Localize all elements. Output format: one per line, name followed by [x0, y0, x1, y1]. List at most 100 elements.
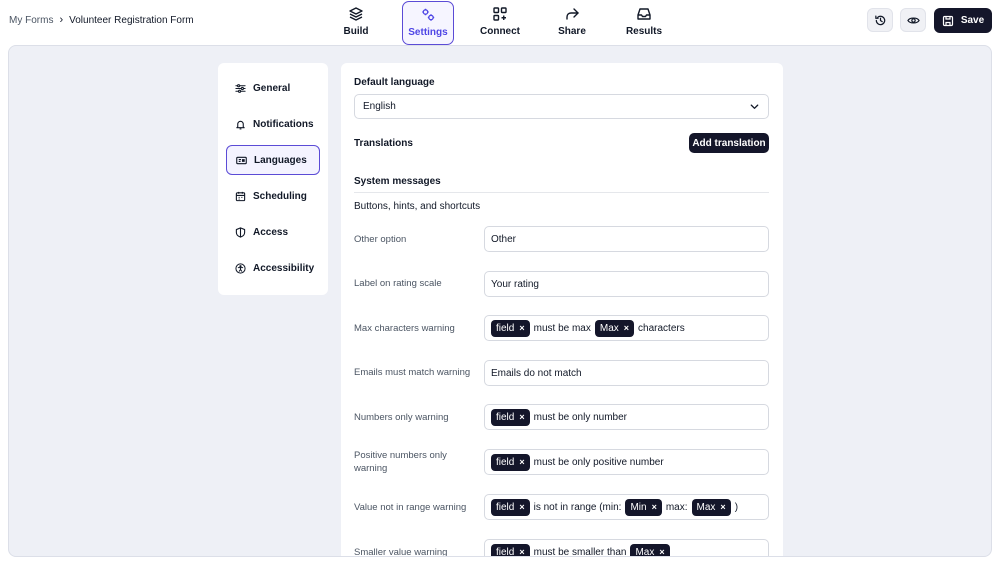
numbers-only-label: Numbers only warning	[354, 412, 449, 423]
chip-label: Max	[696, 501, 716, 513]
nav-settings[interactable]: Settings	[402, 1, 454, 45]
sidebar-item-notifications[interactable]: Notifications	[226, 109, 320, 139]
message-text: must be smaller than	[533, 546, 627, 557]
eye-icon	[906, 16, 920, 24]
sidebar-item-label: Accessibility	[253, 262, 315, 274]
sidebar-item-scheduling[interactable]: Scheduling	[226, 181, 320, 211]
chip-label: field	[496, 501, 515, 513]
message-text: must be only positive number	[533, 456, 664, 468]
breadcrumb-current-form: Volunteer Registration Form	[69, 14, 194, 26]
inbox-icon	[637, 8, 651, 20]
max-characters-input[interactable]: field × must be max Max × characters	[484, 315, 769, 341]
nav-share-label: Share	[558, 26, 586, 37]
chip-label: field	[496, 456, 515, 468]
value-range-input[interactable]: field × is not in range (min: Min × max: M…	[484, 494, 769, 520]
accessibility-icon	[235, 262, 246, 274]
positive-numbers-input[interactable]: field × must be only positive number	[484, 449, 769, 475]
message-text: must be only number	[533, 411, 628, 423]
sidebar-item-access[interactable]: Access	[226, 217, 320, 247]
sidebar-item-languages[interactable]: Languages	[226, 145, 320, 175]
chip-remove-icon[interactable]: ×	[519, 323, 524, 333]
sidebar-item-label: Notifications	[253, 118, 314, 130]
message-text: )	[734, 501, 739, 513]
variable-chip-field: field ×	[491, 408, 530, 426]
buttons-hints-section-label: Buttons, hints, and shortcuts	[354, 201, 481, 212]
variable-chip-field: field ×	[491, 543, 530, 556]
message-text: must be max	[533, 322, 591, 334]
emails-match-value: Emails do not match	[491, 367, 582, 379]
nav-build[interactable]: Build	[330, 1, 382, 45]
chip-remove-icon[interactable]: ×	[659, 547, 664, 556]
message-text: is not in range (min:	[533, 501, 622, 513]
history-icon	[874, 14, 885, 25]
top-bar: My Forms › Volunteer Registration Form B…	[0, 0, 1000, 45]
rating-scale-value: Your rating	[491, 278, 539, 290]
variable-chip-min: Min ×	[625, 498, 662, 516]
chip-label: field	[496, 411, 515, 423]
save-button[interactable]: Save	[934, 8, 992, 33]
variable-chip-field: field ×	[491, 453, 530, 471]
languages-panel: Default language English Translations Ad…	[341, 63, 783, 557]
breadcrumb: My Forms › Volunteer Registration Form	[9, 14, 194, 26]
variable-chip-max: Max ×	[594, 319, 635, 337]
chip-label: Min	[630, 501, 647, 513]
variable-chip-max: Max ×	[630, 543, 670, 557]
settings-canvas: General Notifications Languages Scheduli…	[8, 45, 992, 557]
chip-remove-icon[interactable]: ×	[519, 457, 524, 467]
chip-remove-icon[interactable]: ×	[519, 547, 524, 556]
nav-connect-label: Connect	[480, 26, 520, 37]
nav-share[interactable]: Share	[546, 1, 598, 45]
variable-chip-field: field ×	[491, 319, 530, 337]
rating-scale-input[interactable]: Your rating	[484, 271, 769, 297]
default-language-value: English	[363, 101, 396, 112]
preview-button[interactable]	[900, 8, 926, 32]
default-language-select[interactable]: English	[354, 94, 769, 119]
share-arrow-icon	[566, 8, 579, 20]
calendar-icon	[235, 191, 246, 201]
save-label: Save	[960, 15, 985, 26]
sidebar-item-accessibility[interactable]: Accessibility	[226, 253, 320, 283]
smaller-value-label: Smaller value warning	[354, 547, 448, 557]
chip-label: Max	[635, 546, 655, 557]
save-icon	[942, 15, 953, 26]
shield-icon	[235, 226, 246, 238]
sidebar-item-label: Scheduling	[253, 190, 307, 202]
add-translation-button[interactable]: Add translation	[689, 133, 769, 153]
chip-remove-icon[interactable]: ×	[519, 412, 524, 422]
system-messages-label: System messages	[354, 176, 441, 187]
smaller-value-input[interactable]: field × must be smaller than Max ×	[484, 539, 769, 557]
chip-remove-icon[interactable]: ×	[652, 502, 657, 512]
chip-remove-icon[interactable]: ×	[624, 323, 629, 333]
breadcrumb-separator: ›	[59, 14, 64, 26]
nav-results[interactable]: Results	[618, 1, 670, 45]
rating-scale-label: Label on rating scale	[354, 278, 442, 289]
nav-connect[interactable]: Connect	[474, 1, 526, 45]
nav-build-label: Build	[343, 26, 369, 37]
chip-remove-icon[interactable]: ×	[519, 502, 524, 512]
chip-remove-icon[interactable]: ×	[720, 502, 725, 512]
settings-sidebar: General Notifications Languages Scheduli…	[218, 63, 328, 295]
layers-icon	[349, 7, 363, 21]
numbers-only-input[interactable]: field × must be only number	[484, 404, 769, 430]
section-divider	[354, 192, 769, 193]
chip-label: field	[496, 322, 515, 334]
sidebar-item-general[interactable]: General	[226, 73, 320, 103]
message-text: max:	[665, 501, 688, 513]
emails-match-label: Emails must match warning	[354, 367, 471, 378]
default-language-label: Default language	[354, 77, 435, 88]
other-option-input[interactable]: Other	[484, 226, 769, 252]
sliders-icon	[235, 83, 246, 93]
sidebar-item-label: Access	[253, 226, 289, 238]
variable-chip-field: field ×	[491, 498, 530, 516]
value-range-label: Value not in range warning	[354, 502, 467, 513]
chevron-down-icon	[750, 104, 759, 109]
emails-match-input[interactable]: Emails do not match	[484, 360, 769, 386]
positive-numbers-label: Positive numbers only warning	[354, 450, 447, 474]
translations-label: Translations	[354, 138, 413, 149]
chip-label: Max	[599, 322, 619, 334]
nav-results-label: Results	[625, 26, 663, 37]
breadcrumb-my-forms[interactable]: My Forms	[9, 15, 53, 26]
history-button[interactable]	[867, 8, 893, 32]
gears-icon	[422, 8, 435, 21]
language-icon	[236, 156, 247, 164]
